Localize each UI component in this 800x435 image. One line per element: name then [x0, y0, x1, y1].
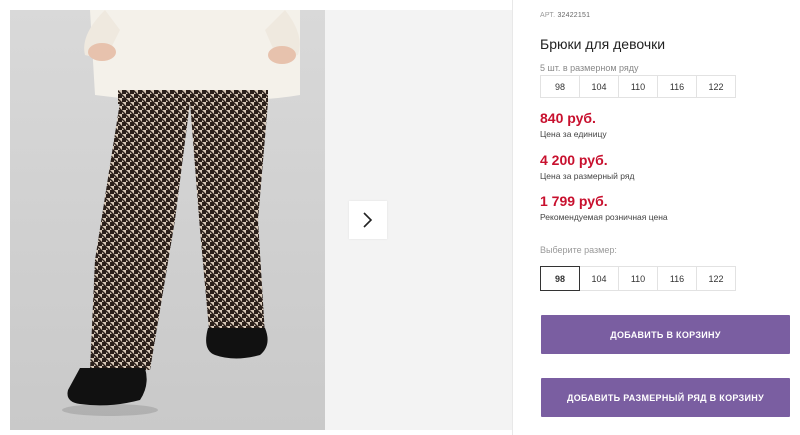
- pack-sizes: 98 104 110 116 122: [540, 75, 736, 98]
- product-gallery: [0, 0, 512, 435]
- pack-note: 5 шт. в размерном ряду: [540, 63, 639, 73]
- unit-price-label: Цена за единицу: [540, 129, 607, 139]
- pack-size: 110: [618, 75, 658, 98]
- divider: [512, 0, 513, 435]
- size-picker-label: Выберите размер:: [540, 245, 617, 255]
- unit-price: 840 руб.: [540, 110, 596, 126]
- product-photo-illustration: [62, 10, 300, 416]
- next-image-button[interactable]: [349, 201, 387, 239]
- sku: АРТ. 32422151: [540, 12, 590, 19]
- pack-price-label: Цена за размерный ряд: [540, 171, 635, 181]
- chevron-right-icon: [363, 212, 373, 228]
- sku-value: 32422151: [557, 12, 591, 19]
- product-photo[interactable]: [10, 10, 325, 430]
- product-info: АРТ. 32422151 Брюки для девочки 5 шт. в …: [540, 0, 800, 435]
- size-option-116[interactable]: 116: [657, 266, 697, 291]
- pack-size: 104: [579, 75, 619, 98]
- sku-label: АРТ.: [540, 12, 556, 19]
- size-option-122[interactable]: 122: [696, 266, 736, 291]
- size-option-104[interactable]: 104: [579, 266, 619, 291]
- size-option-98[interactable]: 98: [540, 266, 580, 291]
- add-to-cart-button[interactable]: ДОБАВИТЬ В КОРЗИНУ: [541, 315, 790, 354]
- product-title: Брюки для девочки: [540, 36, 666, 52]
- pack-size: 116: [657, 75, 697, 98]
- pack-price: 4 200 руб.: [540, 152, 608, 168]
- retail-price: 1 799 руб.: [540, 193, 608, 209]
- size-picker: 98 104 110 116 122: [540, 266, 736, 291]
- pack-size: 98: [540, 75, 580, 98]
- pack-size: 122: [696, 75, 736, 98]
- retail-price-label: Рекомендуемая розничная цена: [540, 212, 668, 222]
- size-option-110[interactable]: 110: [618, 266, 658, 291]
- add-pack-to-cart-button[interactable]: ДОБАВИТЬ РАЗМЕРНЫЙ РЯД В КОРЗИНУ: [541, 378, 790, 417]
